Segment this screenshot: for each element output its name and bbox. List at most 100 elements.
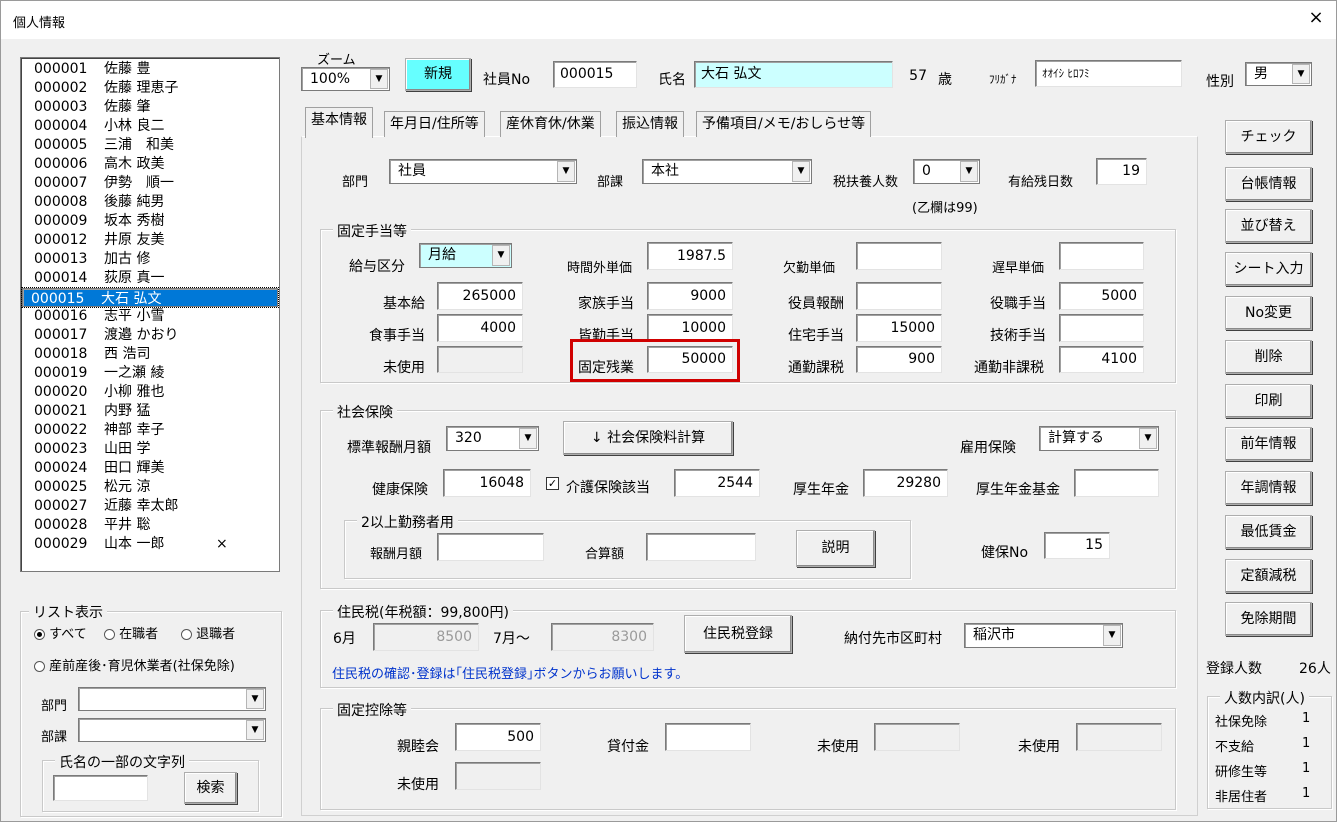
radio-leave-icon[interactable]	[34, 661, 45, 672]
check-button[interactable]: チェック	[1225, 120, 1312, 154]
chevron-down-icon[interactable]: ▼	[557, 161, 575, 182]
radio-leave[interactable]: 産前産後･育児休業者(社保免除)	[34, 655, 235, 674]
list-item[interactable]: 000029 山本 一郎 ×	[22, 535, 278, 554]
tab-reserve-memo[interactable]: 予備項目/メモ/おしらせ等	[696, 111, 872, 137]
care-checkbox[interactable]: ✓	[546, 477, 559, 490]
fixed-ot-input[interactable]: 50000	[647, 346, 733, 373]
list-item[interactable]: 000028 平井 聡	[22, 516, 278, 535]
gender-select[interactable]: 男 ▼	[1245, 62, 1312, 86]
list-item[interactable]: 000021 内野 猛	[22, 402, 278, 421]
section-select[interactable]: 本社 ▼	[642, 159, 812, 184]
list-item[interactable]: 000017 渡邉 かおり	[22, 326, 278, 345]
tab-dates-address[interactable]: 年月日/住所等	[384, 111, 485, 137]
social-fee-input[interactable]: 500	[455, 723, 541, 751]
meal-input[interactable]: 4000	[437, 314, 523, 342]
list-item[interactable]: 000016 志平 小雪	[22, 307, 278, 326]
chevron-down-icon[interactable]: ▼	[519, 428, 537, 449]
loan-input[interactable]	[665, 723, 751, 751]
list-item[interactable]: 000005 三浦 和美	[22, 136, 278, 155]
min-wage-button[interactable]: 最低賃金	[1225, 515, 1312, 549]
absence-rate-input[interactable]	[856, 242, 942, 270]
filter-section-select[interactable]: ▼	[78, 718, 266, 742]
radio-active-icon[interactable]	[104, 629, 115, 640]
list-item[interactable]: 000023 山田 学	[22, 440, 278, 459]
exemption-period-button[interactable]: 免除期間	[1225, 602, 1312, 636]
tab-basic[interactable]: 基本情報	[305, 107, 373, 138]
list-item[interactable]: 000025 松元 涼	[22, 478, 278, 497]
name-input[interactable]: 大石 弘文	[694, 61, 893, 88]
position-input[interactable]: 5000	[1059, 282, 1144, 310]
filter-dept-select[interactable]: ▼	[78, 687, 266, 711]
pension-fund-input[interactable]	[1074, 469, 1159, 497]
list-item[interactable]: 000012 井原 友美	[22, 231, 278, 250]
resident-tax-register-button[interactable]: 住民税登録	[684, 615, 792, 653]
commute-tax-input[interactable]: 900	[856, 346, 942, 373]
officer-input[interactable]	[856, 282, 942, 310]
list-item[interactable]: 000004 小林 良二	[22, 117, 278, 136]
prev-year-button[interactable]: 前年情報	[1225, 427, 1312, 461]
base-pay-input[interactable]: 265000	[437, 282, 523, 310]
chevron-down-icon[interactable]: ▼	[1103, 625, 1121, 646]
late-rate-input[interactable]	[1059, 242, 1144, 270]
dept-select[interactable]: 社員 ▼	[389, 159, 577, 184]
new-button[interactable]: 新規	[405, 58, 471, 91]
radio-all[interactable]: すべて	[34, 623, 87, 642]
chevron-down-icon[interactable]: ▼	[492, 245, 510, 266]
radio-retired[interactable]: 退職者	[181, 623, 235, 642]
sheet-input-button[interactable]: シート入力	[1225, 252, 1312, 286]
radio-all-icon[interactable]	[34, 629, 45, 640]
tab-transfer[interactable]: 振込情報	[616, 111, 684, 137]
health-no-input[interactable]: 15	[1044, 532, 1110, 559]
health-input[interactable]: 16048	[443, 469, 531, 497]
attendance-input[interactable]: 10000	[647, 314, 733, 342]
year-adjust-button[interactable]: 年調情報	[1225, 471, 1312, 505]
chevron-down-icon[interactable]: ▼	[792, 161, 810, 182]
city-select[interactable]: 稲沢市 ▼	[964, 623, 1123, 648]
commute-nontax-input[interactable]: 4100	[1059, 346, 1144, 373]
zoom-select[interactable]: 100% ▼	[301, 67, 390, 91]
name-search-input[interactable]	[53, 775, 148, 801]
list-item[interactable]: 000024 田口 輝美	[22, 459, 278, 478]
flat-tax-cut-button[interactable]: 定額減税	[1225, 559, 1312, 593]
tab-maternity-leave[interactable]: 産休育休/休業	[500, 111, 601, 137]
list-item[interactable]: 000013 加古 修	[22, 250, 278, 269]
overtime-rate-input[interactable]: 1987.5	[647, 242, 733, 270]
list-item[interactable]: 000001 佐藤 豊	[22, 60, 278, 79]
list-item[interactable]: 000020 小柳 雅也	[22, 383, 278, 402]
list-item[interactable]: 000027 近藤 幸太郎	[22, 497, 278, 516]
list-item[interactable]: 000003 佐藤 肇	[22, 98, 278, 117]
radio-retired-icon[interactable]	[181, 629, 192, 640]
list-item[interactable]: 000022 神部 幸子	[22, 421, 278, 440]
family-input[interactable]: 9000	[647, 282, 733, 310]
list-item[interactable]: 000014 荻原 真一	[22, 269, 278, 288]
list-item[interactable]: 000002 佐藤 理恵子	[22, 79, 278, 98]
list-item[interactable]: 000019 一之瀬 綾	[22, 364, 278, 383]
chevron-down-icon[interactable]: ▼	[370, 69, 388, 89]
print-button[interactable]: 印刷	[1225, 384, 1312, 418]
dependents-select[interactable]: 0 ▼	[913, 159, 980, 184]
chevron-down-icon[interactable]: ▼	[1139, 428, 1157, 449]
search-button[interactable]: 検索	[184, 772, 237, 804]
paid-leave-input[interactable]: 19	[1096, 158, 1147, 185]
close-icon[interactable]: ×	[1304, 7, 1328, 28]
multi-total-input[interactable]	[646, 533, 756, 561]
chevron-down-icon[interactable]: ▼	[246, 689, 264, 709]
pension-input[interactable]: 29280	[863, 469, 948, 497]
care-input[interactable]: 2544	[674, 469, 760, 497]
chevron-down-icon[interactable]: ▼	[960, 161, 978, 182]
employee-list[interactable]: 000001 佐藤 豊 000002 佐藤 理恵子 000003 佐藤 肇 000004 小林…	[20, 57, 280, 572]
pay-type-select[interactable]: 月給 ▼	[419, 243, 512, 268]
chevron-down-icon[interactable]: ▼	[1292, 64, 1310, 84]
explain-button[interactable]: 説明	[796, 530, 875, 567]
delete-button[interactable]: 削除	[1225, 340, 1312, 374]
list-item[interactable]: 000007 伊勢 順一	[22, 174, 278, 193]
housing-input[interactable]: 15000	[856, 314, 942, 342]
multi-pay-input[interactable]	[437, 533, 544, 561]
radio-active[interactable]: 在職者	[104, 623, 158, 642]
chevron-down-icon[interactable]: ▼	[246, 720, 264, 740]
social-insurance-calc-button[interactable]: ↓ 社会保険料計算	[563, 421, 733, 455]
employment-select[interactable]: 計算する ▼	[1039, 426, 1159, 451]
list-item[interactable]: 000006 高木 政美	[22, 155, 278, 174]
list-item[interactable]: 000015 大石 弘文	[21, 287, 279, 308]
ledger-button[interactable]: 台帳情報	[1225, 167, 1312, 201]
